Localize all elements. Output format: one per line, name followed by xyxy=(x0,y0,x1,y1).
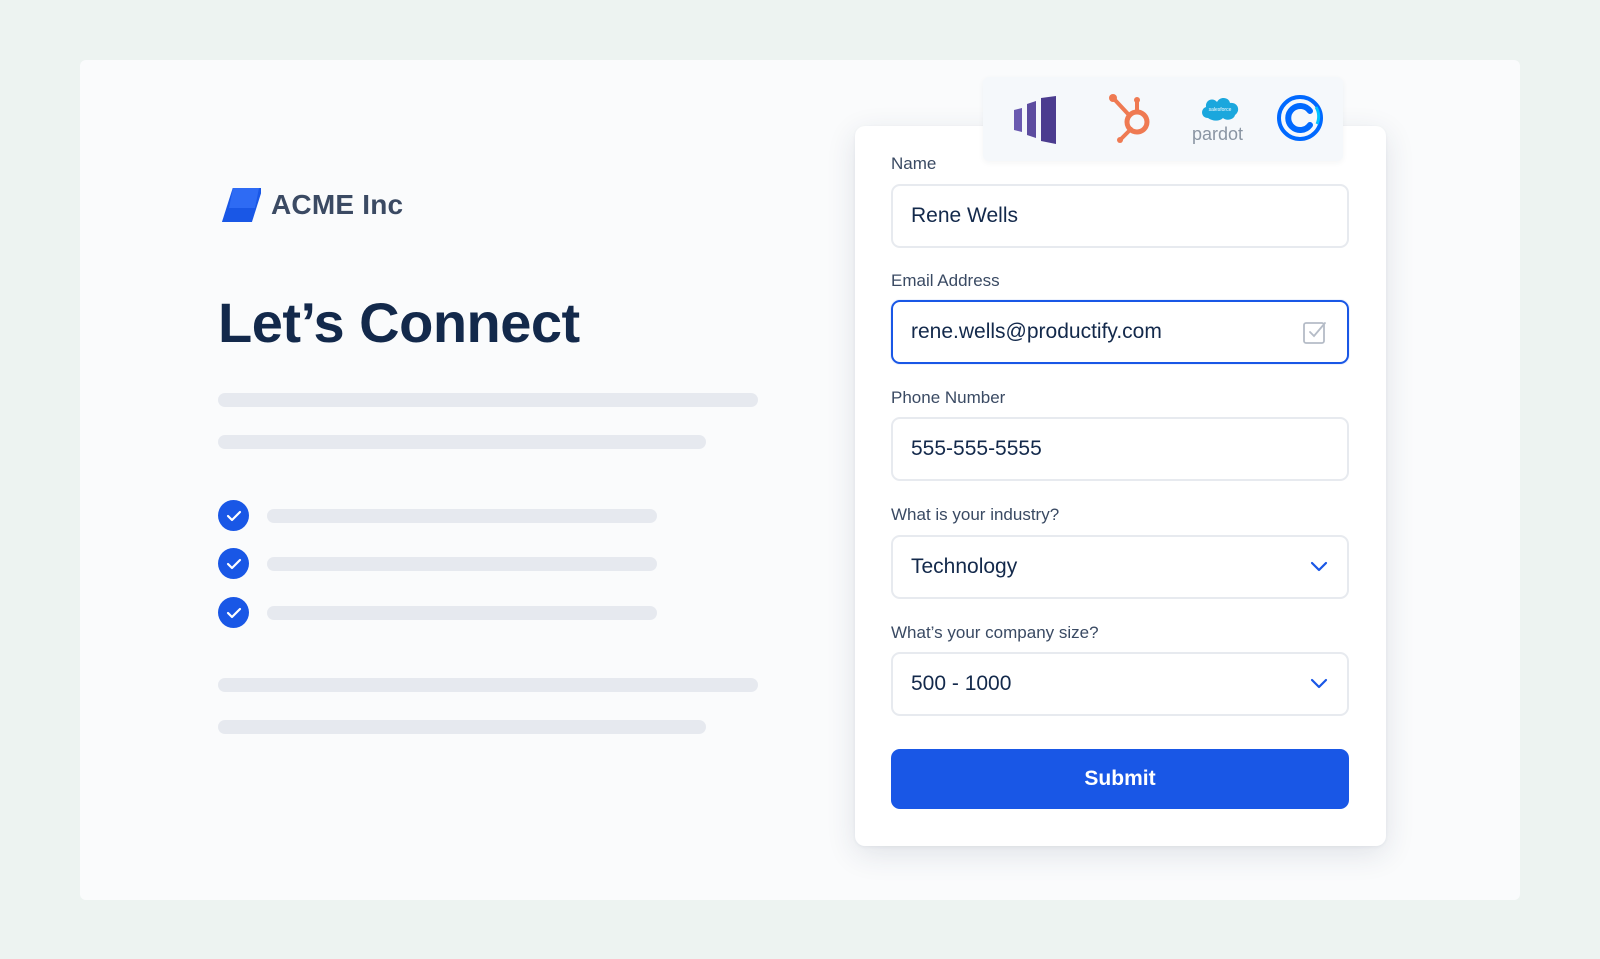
placeholder-line xyxy=(267,606,657,620)
placeholder-line xyxy=(218,720,706,734)
company-size-select[interactable]: 500 - 1000 xyxy=(891,652,1349,716)
placeholder-line xyxy=(267,509,657,523)
email-label: Email Address xyxy=(891,271,1000,290)
placeholder-line xyxy=(267,557,657,571)
brand-name: ACME Inc xyxy=(271,189,404,220)
phone-field[interactable]: 555-555-5555 xyxy=(891,417,1349,481)
placeholder-line xyxy=(218,393,758,407)
name-label: Name xyxy=(891,154,937,173)
placeholder-line xyxy=(218,678,758,692)
pardot-label: pardot xyxy=(1192,124,1244,144)
industry-label: What is your industry? xyxy=(891,505,1060,524)
name-value: Rene Wells xyxy=(911,204,1018,227)
check-circle-icon xyxy=(218,500,249,531)
company-size-value: 500 - 1000 xyxy=(911,672,1012,695)
page-title: Let’s Connect xyxy=(218,291,580,354)
chevron-down-icon xyxy=(1310,561,1328,572)
acme-logo-icon xyxy=(221,188,261,222)
phone-value: 555-555-5555 xyxy=(911,437,1042,460)
industry-select[interactable]: Technology xyxy=(891,535,1349,599)
marketo-icon xyxy=(1014,96,1056,144)
email-value: rene.wells@productify.com xyxy=(911,320,1162,343)
salesforce-cloud-label: salesforce xyxy=(1209,107,1232,113)
chevron-down-icon xyxy=(1310,678,1328,689)
checkbox-icon xyxy=(1303,322,1326,344)
submit-button[interactable]: Submit xyxy=(891,749,1349,809)
salesforce-pardot-icon: salesforce xyxy=(1202,97,1239,121)
industry-value: Technology xyxy=(911,555,1018,578)
check-circle-icon xyxy=(218,597,249,628)
check-circle-icon xyxy=(218,548,249,579)
placeholder-line xyxy=(218,435,706,449)
name-field[interactable]: Rene Wells xyxy=(891,184,1349,248)
company-size-label: What’s your company size? xyxy=(891,623,1099,642)
brand: ACME Inc xyxy=(219,186,403,224)
email-field[interactable]: rene.wells@productify.com xyxy=(891,300,1349,364)
lead-form: Name Rene Wells Email Address rene.wells… xyxy=(855,126,1386,846)
hubspot-icon xyxy=(1109,94,1150,143)
calendly-icon xyxy=(1277,95,1323,141)
phone-label: Phone Number xyxy=(891,388,1006,407)
